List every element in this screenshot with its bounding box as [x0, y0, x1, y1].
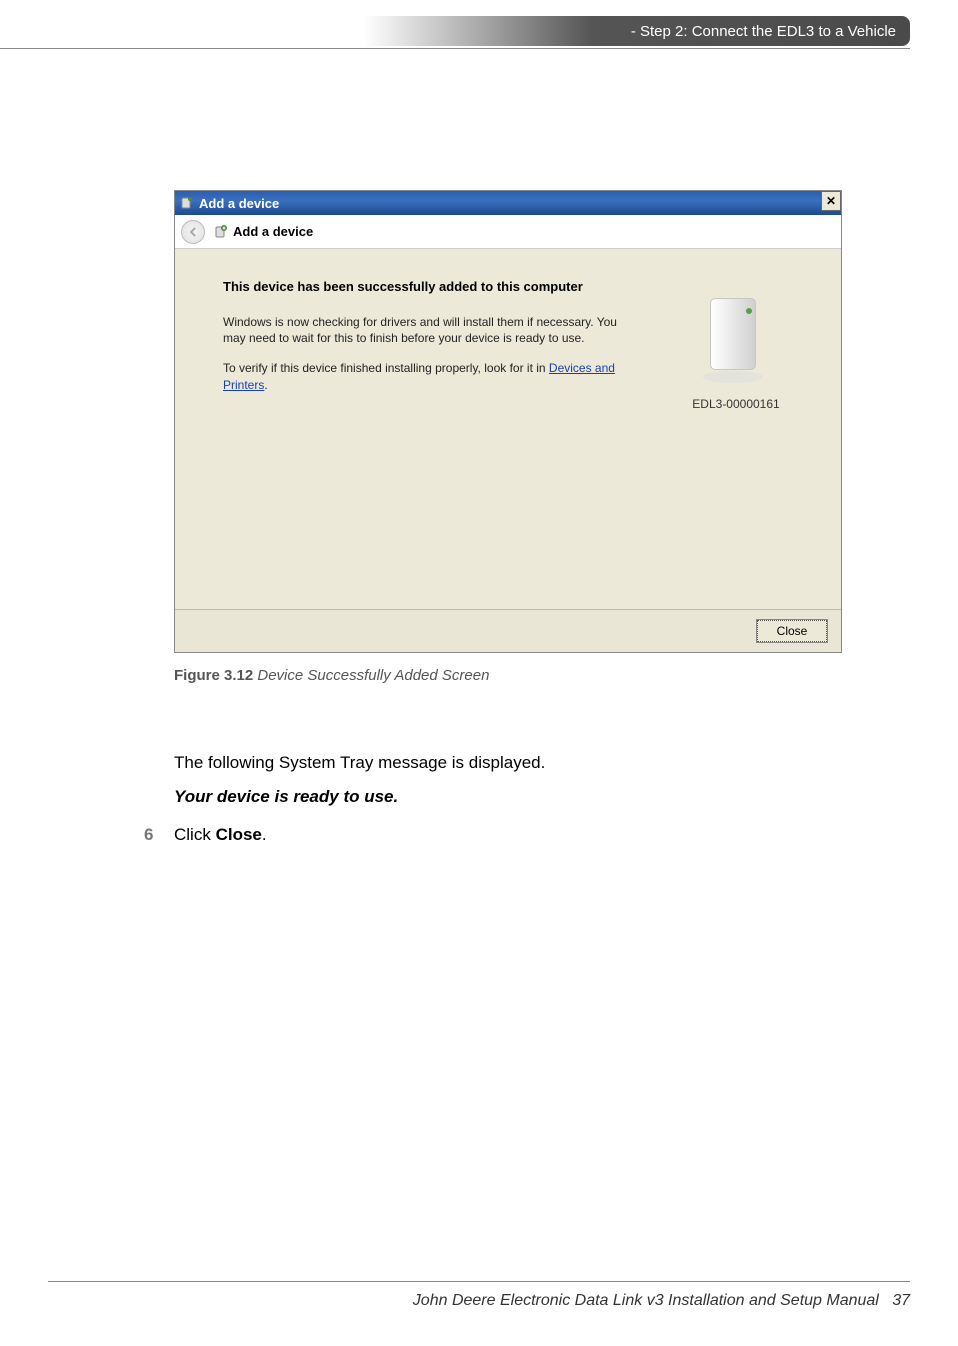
step-number: 6	[144, 825, 174, 845]
figure-caption: Figure 3.12 Device Successfully Added Sc…	[174, 667, 842, 684]
device-icon	[179, 195, 195, 211]
verify-text-suffix: .	[264, 378, 267, 392]
figure-number: Figure 3.12	[174, 667, 253, 684]
dialog-body-right: EDL3-00000161	[661, 279, 811, 599]
nav-title: Add a device	[213, 224, 313, 240]
header-rule	[0, 48, 910, 49]
tray-message-intro: The following System Tray message is dis…	[174, 753, 842, 773]
close-icon: ✕	[826, 194, 836, 208]
dialog-body: This device has been successfully added …	[175, 249, 841, 609]
titlebar-close-button[interactable]: ✕	[821, 191, 841, 211]
back-arrow-icon	[187, 226, 199, 238]
dialog-nav-row: Add a device	[175, 215, 841, 249]
dialog-footer: Close	[175, 609, 841, 652]
back-button[interactable]	[181, 220, 205, 244]
step-text-suffix: .	[262, 825, 267, 844]
page-number: 37	[892, 1292, 910, 1309]
device-plus-icon	[213, 224, 229, 240]
page-footer: John Deere Electronic Data Link v3 Insta…	[413, 1292, 910, 1310]
step-text-prefix: Click	[174, 825, 216, 844]
device-image	[691, 289, 781, 389]
dialog-body-left: This device has been successfully added …	[223, 279, 661, 599]
step-instruction: Click Close.	[174, 825, 267, 845]
step-6-row: 6 Click Close.	[144, 825, 842, 845]
page-header-bar: - Step 2: Connect the EDL3 to a Vehicle	[0, 16, 910, 46]
verify-paragraph: To verify if this device finished instal…	[223, 360, 631, 392]
screenshot-figure: Add a device ✕ Add a device This device …	[174, 190, 842, 684]
tray-message-text: Your device is ready to use.	[174, 787, 842, 807]
dialog-titlebar: Add a device ✕	[175, 191, 841, 215]
close-button-label: Close	[777, 624, 808, 638]
document-body-text: The following System Tray message is dis…	[174, 753, 842, 845]
close-button[interactable]: Close	[757, 620, 827, 642]
titlebar-text: Add a device	[199, 196, 279, 211]
verify-text-prefix: To verify if this device finished instal…	[223, 361, 549, 375]
footer-rule	[48, 1281, 910, 1282]
header-breadcrumb: - Step 2: Connect the EDL3 to a Vehicle	[631, 23, 896, 40]
nav-title-text: Add a device	[233, 224, 313, 239]
device-label: EDL3-00000161	[661, 397, 811, 411]
success-heading: This device has been successfully added …	[223, 279, 631, 294]
step-text-bold: Close	[216, 825, 262, 844]
figure-title: Device Successfully Added Screen	[253, 667, 489, 684]
manual-title: John Deere Electronic Data Link v3 Insta…	[413, 1292, 879, 1309]
driver-check-paragraph: Windows is now checking for drivers and …	[223, 314, 631, 346]
add-device-dialog: Add a device ✕ Add a device This device …	[174, 190, 842, 653]
